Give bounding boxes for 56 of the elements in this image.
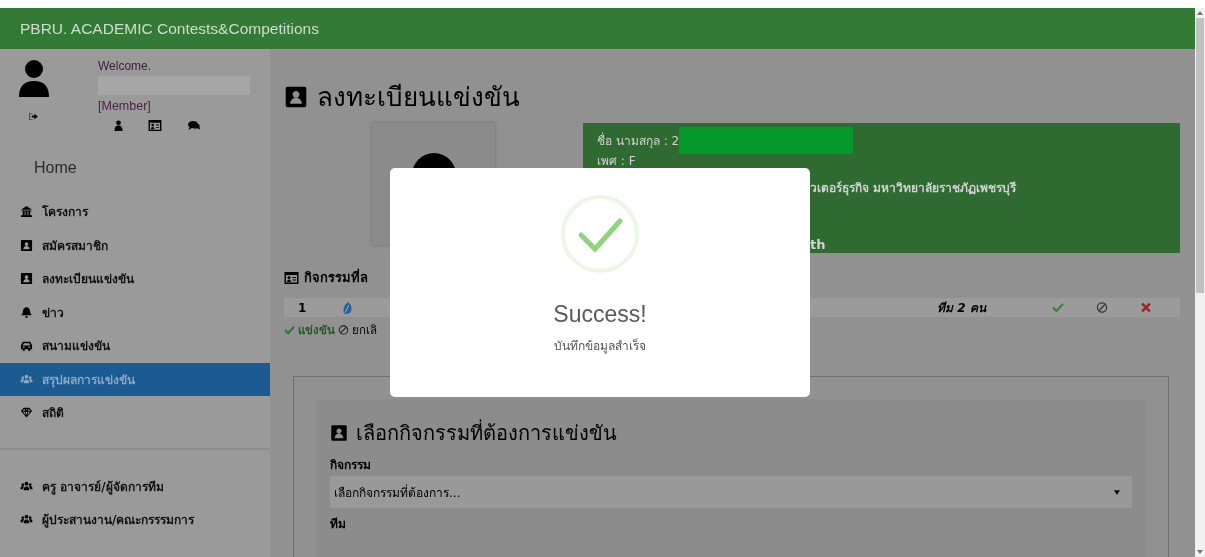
ban-icon [338,325,349,335]
menu-item[interactable]: สถิติ [0,396,270,430]
user-icon[interactable] [114,120,123,131]
ban-icon[interactable] [1096,302,1108,313]
home-link[interactable]: Home [34,159,77,177]
contact-book-icon [330,423,348,443]
team-size: ทีม 2 คน [937,300,988,317]
menu-item[interactable]: ผู้ประสานงาน/คณะกรรรมการ [0,503,270,537]
faculty-text: วเตอร์ธุรกิจ มหาวิทยาลัยราชภัฏเพชรบุรี [810,180,1017,197]
menu-item[interactable]: โครงการ [0,195,270,229]
form-title: เลือกกิจกรรมที่ต้องการแข่งขัน [356,418,617,447]
menu-item[interactable]: ลงทะเบียนแข่งขัน [0,262,270,296]
contact-icon [20,238,33,252]
menu-item[interactable]: สนามแข่งขัน [0,329,270,363]
dialog-message: บันทึกข้อมูลสำเร็จ [554,337,646,355]
name-label: ชื่อ นามสกุล : 2 [597,131,680,150]
bank-icon [20,205,33,219]
bell-icon [20,305,33,319]
close-icon[interactable] [1140,302,1152,313]
user-avatar-icon [18,59,50,99]
leaf-icon [342,300,354,315]
row-number: 1 [298,300,308,315]
id-card-icon[interactable] [148,120,162,131]
contact-book-icon [284,84,308,110]
info-text: th [810,237,826,252]
menu-item[interactable]: ครู อาจารย์/ผู้จัดการทีม [0,469,270,503]
page-title: ลงทะเบียนแข่งขัน [317,81,520,113]
check-icon [284,325,295,335]
legend-text: แข่งขัน [298,322,335,339]
section-heading: กิจกรรมที่ล [304,267,368,287]
check-icon[interactable] [1052,302,1064,313]
site-title[interactable]: PBRU. ACADEMIC Contests&Competitions [20,19,319,38]
id-card-icon [284,271,299,284]
gender-text: เพศ : F [597,154,636,168]
diamond-icon [20,406,33,420]
scroll-down-icon[interactable] [1197,550,1203,554]
users-icon [20,479,33,493]
menu-item[interactable]: ข่าว [0,295,270,329]
car-icon [20,339,33,353]
success-check-icon [560,194,640,274]
scroll-up-icon[interactable] [1197,11,1203,15]
caret-icon [1114,489,1120,495]
activity-dropdown[interactable]: เลือกกิจกรรมที่ต้องการ... [330,476,1132,508]
users-icon [20,372,33,386]
member-role: [Member] [98,99,152,113]
field-label: กิจกรรม [330,457,371,474]
menu-item[interactable]: สมัครสมาชิก [0,228,270,262]
comments-icon[interactable] [187,120,201,131]
scrollbar[interactable] [1195,8,1205,557]
scrollbar-thumb[interactable] [1196,18,1204,293]
field-label: ทีม [330,516,346,533]
welcome-text: Welcome. [98,59,153,74]
legend-text: ยกเลิ [352,322,377,339]
logout-icon[interactable] [27,112,39,121]
contact-icon [20,272,33,286]
dialog-title: Success! [553,301,647,328]
